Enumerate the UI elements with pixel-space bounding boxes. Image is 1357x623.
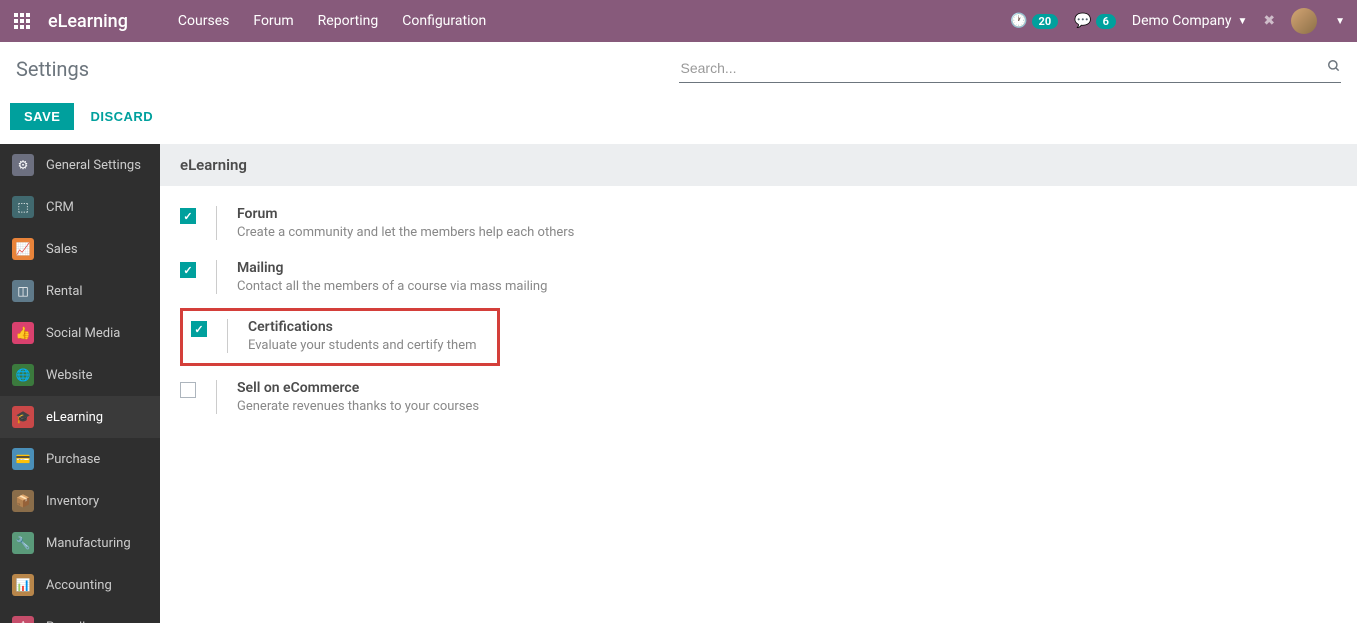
activity-count: 20 xyxy=(1032,14,1059,29)
setting-title: Certifications xyxy=(248,319,497,335)
nav-item-configuration[interactable]: Configuration xyxy=(392,7,496,35)
settings-content: eLearning Forum Create a community and l… xyxy=(160,144,1357,623)
setting-row-ecommerce: Sell on eCommerce Generate revenues than… xyxy=(180,370,1337,424)
card-icon: 💳 xyxy=(12,448,34,470)
sidebar-label: Sales xyxy=(46,242,78,257)
sidebar-item-sales[interactable]: 📈 Sales xyxy=(0,228,160,270)
clock-icon: 🕐 xyxy=(1010,13,1027,29)
setting-title: Sell on eCommerce xyxy=(237,380,1337,396)
top-nav: eLearning Courses Forum Reporting Config… xyxy=(0,0,1357,42)
setting-desc: Create a community and let the members h… xyxy=(237,225,1337,240)
sidebar-item-rental[interactable]: ◫ Rental xyxy=(0,270,160,312)
key-icon: ◫ xyxy=(12,280,34,302)
sidebar-item-manufacturing[interactable]: 🔧 Manufacturing xyxy=(0,522,160,564)
sidebar-label: Purchase xyxy=(46,452,100,467)
sidebar-label: Website xyxy=(46,368,93,383)
sidebar-label: Rental xyxy=(46,284,83,299)
nav-right: 🕐 20 💬 6 Demo Company ▼ ✖ ▼ xyxy=(1010,8,1345,34)
caret-down-icon: ▼ xyxy=(1237,16,1247,27)
sidebar-item-general[interactable]: ⚙ General Settings xyxy=(0,144,160,186)
thumbs-up-icon: 👍 xyxy=(12,322,34,344)
setting-row-certifications: Certifications Evaluate your students an… xyxy=(183,313,497,357)
sidebar-item-elearning[interactable]: 🎓 eLearning xyxy=(0,396,160,438)
sidebar-label: Inventory xyxy=(46,494,99,509)
sidebar-label: Payroll xyxy=(46,620,85,623)
handshake-icon: ⬚ xyxy=(12,196,34,218)
page-title: Settings xyxy=(16,57,679,81)
search-input[interactable] xyxy=(679,58,1320,78)
messages-badge[interactable]: 💬 6 xyxy=(1074,13,1116,29)
sidebar-label: eLearning xyxy=(46,410,103,425)
row-divider xyxy=(216,380,217,414)
brand-title[interactable]: eLearning xyxy=(48,11,128,32)
bars-icon: 📊 xyxy=(12,574,34,596)
sidebar-label: Accounting xyxy=(46,578,112,593)
sidebar-label: CRM xyxy=(46,200,74,215)
discard-button[interactable]: DISCARD xyxy=(86,103,157,130)
nav-item-courses[interactable]: Courses xyxy=(168,7,239,35)
nav-item-forum[interactable]: Forum xyxy=(243,7,303,35)
row-divider xyxy=(216,206,217,240)
sidebar-label: Social Media xyxy=(46,326,120,341)
action-bar: SAVE DISCARD xyxy=(0,95,1357,144)
company-label: Demo Company xyxy=(1132,13,1232,29)
control-panel: Settings xyxy=(0,42,1357,95)
setting-row-forum: Forum Create a community and let the mem… xyxy=(180,196,1337,250)
apps-icon[interactable] xyxy=(12,11,32,31)
sidebar-item-payroll[interactable]: $ Payroll xyxy=(0,606,160,623)
setting-title: Mailing xyxy=(237,260,1337,276)
sidebar-item-crm[interactable]: ⬚ CRM xyxy=(0,186,160,228)
graduation-icon: 🎓 xyxy=(12,406,34,428)
setting-title: Forum xyxy=(237,206,1337,222)
save-button[interactable]: SAVE xyxy=(10,103,74,130)
highlighted-setting: Certifications Evaluate your students an… xyxy=(180,308,500,366)
sidebar-item-purchase[interactable]: 💳 Purchase xyxy=(0,438,160,480)
settings-group: Forum Create a community and let the mem… xyxy=(160,186,1357,434)
messages-count: 6 xyxy=(1096,14,1116,29)
search-icon[interactable] xyxy=(1327,59,1341,77)
sidebar-item-website[interactable]: 🌐 Website xyxy=(0,354,160,396)
setting-desc: Evaluate your students and certify them xyxy=(248,338,497,353)
row-divider xyxy=(227,319,228,353)
wrench-icon: 🔧 xyxy=(12,532,34,554)
sidebar-label: General Settings xyxy=(46,158,141,173)
debug-icon[interactable]: ✖ xyxy=(1263,13,1275,29)
search-box xyxy=(679,54,1342,83)
checkbox-ecommerce[interactable] xyxy=(180,382,196,398)
sidebar-item-inventory[interactable]: 📦 Inventory xyxy=(0,480,160,522)
row-divider xyxy=(216,260,217,294)
nav-menu: Courses Forum Reporting Configuration xyxy=(168,7,1010,35)
main-area: ⚙ General Settings ⬚ CRM 📈 Sales ◫ Rental 👍 S… xyxy=(0,144,1357,623)
user-avatar[interactable] xyxy=(1291,8,1317,34)
section-header: eLearning xyxy=(160,144,1357,186)
sidebar[interactable]: ⚙ General Settings ⬚ CRM 📈 Sales ◫ Rental 👍 S… xyxy=(0,144,160,623)
activity-badge[interactable]: 🕐 20 xyxy=(1010,13,1058,29)
gear-icon: ⚙ xyxy=(12,154,34,176)
money-icon: $ xyxy=(12,616,34,623)
checkbox-forum[interactable] xyxy=(180,208,196,224)
globe-icon: 🌐 xyxy=(12,364,34,386)
chat-icon: 💬 xyxy=(1074,13,1091,29)
setting-desc: Generate revenues thanks to your courses xyxy=(237,399,1337,414)
box-icon: 📦 xyxy=(12,490,34,512)
setting-desc: Contact all the members of a course via … xyxy=(237,279,1337,294)
sidebar-item-accounting[interactable]: 📊 Accounting xyxy=(0,564,160,606)
user-caret-icon: ▼ xyxy=(1335,16,1345,27)
sidebar-item-social[interactable]: 👍 Social Media xyxy=(0,312,160,354)
checkbox-certifications[interactable] xyxy=(191,321,207,337)
nav-item-reporting[interactable]: Reporting xyxy=(308,7,389,35)
chart-up-icon: 📈 xyxy=(12,238,34,260)
checkbox-mailing[interactable] xyxy=(180,262,196,278)
sidebar-label: Manufacturing xyxy=(46,536,131,551)
setting-row-mailing: Mailing Contact all the members of a cou… xyxy=(180,250,1337,304)
company-switcher[interactable]: Demo Company ▼ xyxy=(1132,13,1247,29)
